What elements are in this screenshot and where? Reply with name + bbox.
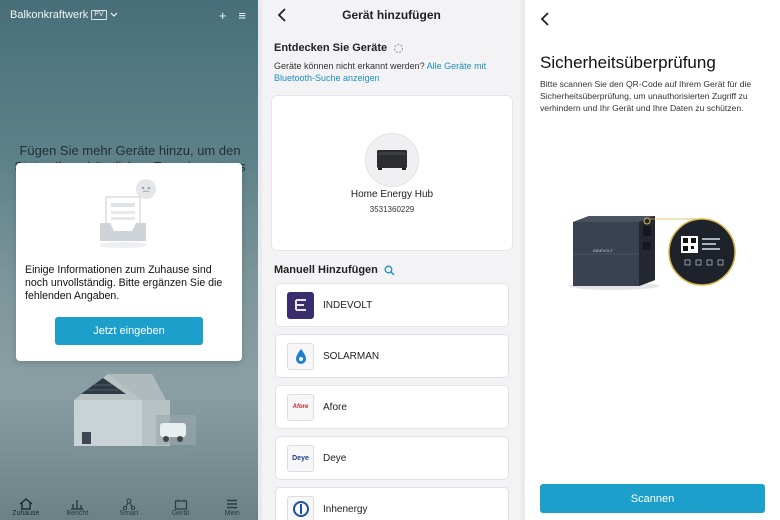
brand-name: INDEVOLT — [323, 299, 373, 311]
manual-title: Manuell Hinzufügen — [274, 264, 378, 276]
solarman-logo-icon — [287, 342, 314, 370]
brand-item-afore[interactable]: Afore Afore — [275, 385, 509, 429]
inbox-document-icon — [100, 179, 156, 248]
header: Gerät hinzufügen — [262, 0, 521, 30]
tab-report[interactable]: Bericht — [57, 498, 97, 517]
device-name: Home Energy Hub — [350, 189, 434, 200]
dialog-message: Einige Informationen zum Zuhause sind no… — [25, 264, 223, 302]
tab-home[interactable]: Zuhause — [6, 498, 46, 517]
found-device-card[interactable]: Home Energy Hub 3531360229 — [271, 95, 513, 251]
home-badge: PV — [91, 10, 107, 20]
network-icon — [122, 498, 136, 510]
top-bar: Balkonkraftwerk PV + ≡ — [10, 7, 246, 23]
tab-device-label: Gerät — [171, 510, 190, 517]
bar-chart-icon — [71, 500, 84, 510]
discover-title: Entdecken Sie Geräte — [274, 42, 388, 54]
back-arrow-icon[interactable] — [539, 11, 551, 27]
brand-item-inhenergy[interactable]: Inhenergy — [275, 487, 509, 520]
brand-name: Deye — [323, 452, 347, 464]
back-arrow-icon[interactable] — [276, 7, 288, 23]
energy-hub-icon — [377, 150, 407, 170]
incomplete-info-dialog: Einige Informationen zum Zuhause sind no… — [16, 163, 242, 361]
tab-smart-label: Smart — [119, 510, 139, 517]
bottom-tab-bar: Zuhause Bericht Smart Gerät Mein — [0, 496, 258, 520]
home-name: Balkonkraftwerk — [10, 9, 89, 21]
house-illustration — [59, 374, 203, 458]
security-check-screen: Sicherheitsüberprüfung Bitte scannen Sie… — [525, 0, 780, 520]
deye-logo-icon: Deye — [287, 444, 314, 472]
brand-item-deye[interactable]: Deye Deye — [275, 436, 509, 480]
brand-name: Inhenergy — [323, 503, 368, 515]
scan-button[interactable]: Scannen — [540, 484, 765, 513]
device-brand-label: INDEVOLT — [593, 248, 613, 253]
page-description: Bitte scannen Sie den QR-Code auf Ihrem … — [540, 79, 752, 113]
home-icon — [19, 498, 33, 510]
hint-text: Geräte können nicht erkannt werden? — [274, 61, 425, 71]
inhenergy-logo-icon — [287, 495, 314, 520]
tab-mine[interactable]: Mein — [212, 498, 252, 517]
menu-icon — [227, 499, 238, 509]
tab-home-label: Zuhause — [12, 510, 40, 517]
page-title: Sicherheitsüberprüfung — [540, 53, 716, 72]
home-selector[interactable]: Balkonkraftwerk PV — [10, 9, 118, 21]
brand-item-solarman[interactable]: SOLARMAN — [275, 334, 509, 378]
enter-now-button[interactable]: Jetzt eingeben — [55, 317, 203, 345]
brand-name: Afore — [323, 401, 347, 413]
device-qr-illustration: INDEVOLT — [569, 216, 736, 290]
settings-icon[interactable]: ≡ — [238, 8, 246, 23]
afore-logo-icon: Afore — [287, 393, 314, 421]
manual-section-title: Manuell Hinzufügen — [274, 264, 395, 276]
indevolt-logo-icon — [287, 291, 314, 319]
tab-mine-label: Mein — [224, 510, 240, 517]
brand-item-indevolt[interactable]: INDEVOLT — [275, 283, 509, 327]
loading-spinner-icon — [394, 43, 404, 53]
search-icon[interactable] — [384, 265, 395, 276]
tab-smart[interactable]: Smart — [109, 498, 149, 517]
discover-hint: Geräte können nicht erkannt werden? Alle… — [274, 60, 514, 84]
add-icon[interactable]: + — [219, 8, 227, 23]
tab-report-label: Bericht — [66, 510, 89, 517]
battery-icon — [174, 499, 187, 510]
chevron-down-icon — [110, 12, 118, 17]
tab-device[interactable]: Gerät — [161, 498, 201, 517]
device-serial: 3531360229 — [369, 205, 415, 214]
add-device-screen: Gerät hinzufügen Entdecken Sie Geräte Ge… — [262, 0, 521, 520]
home-screen: Balkonkraftwerk PV + ≡ Fügen Sie mehr Ge… — [0, 0, 258, 520]
page-title: Gerät hinzufügen — [342, 8, 441, 22]
device-avatar — [365, 133, 419, 187]
brand-name: SOLARMAN — [323, 350, 380, 362]
discover-section-title: Entdecken Sie Geräte — [274, 42, 404, 54]
